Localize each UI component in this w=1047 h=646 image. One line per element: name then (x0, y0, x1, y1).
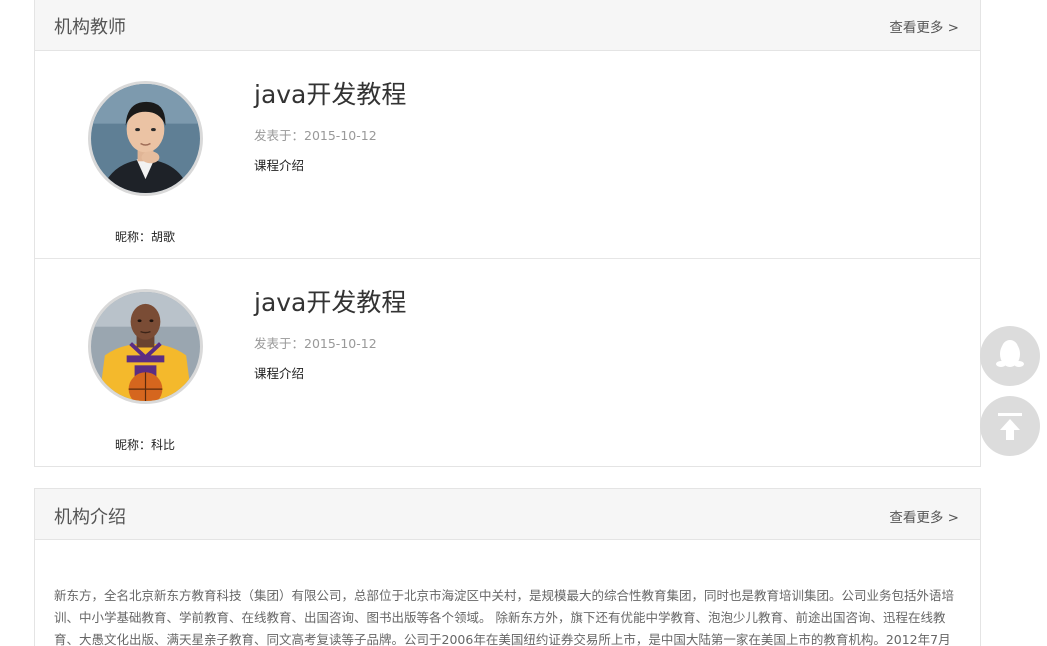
man-portrait-icon (91, 84, 200, 193)
teachers-more-link[interactable]: 查看更多 > (889, 16, 959, 36)
qq-penguin-icon (996, 340, 1024, 367)
teacher-nickname: 昵称：胡歌 (114, 230, 175, 244)
course-date: 发表于：2015-10-12 (254, 128, 377, 143)
intro-panel: 机构介绍 查看更多 > 新东方，全名北京新东方教育科技（集团）有限公司，总部位于… (34, 488, 981, 646)
teacher-item: 昵称：胡歌 java开发教程 发表于：2015-10-12 课程介绍 (35, 51, 980, 259)
teacher-avatar[interactable] (88, 81, 203, 196)
teacher-avatar[interactable] (88, 289, 203, 404)
basketball-player-portrait-icon (91, 292, 200, 401)
course-intro-link[interactable]: 课程介绍 (254, 363, 304, 382)
qq-contact-button[interactable] (980, 326, 1040, 386)
course-intro-link[interactable]: 课程介绍 (254, 155, 304, 174)
teachers-panel-header: 机构教师 查看更多 > (35, 0, 980, 51)
course-title-link[interactable]: java开发教程 (254, 75, 406, 111)
intro-more-link[interactable]: 查看更多 > (889, 506, 959, 526)
teacher-nickname: 昵称：科比 (114, 438, 175, 452)
intro-panel-title: 机构介绍 (54, 507, 126, 528)
back-to-top-button[interactable] (980, 396, 1040, 456)
back-to-top-icon (998, 413, 1022, 440)
intro-panel-header: 机构介绍 查看更多 > (35, 489, 980, 540)
teachers-panel: 机构教师 查看更多 > 昵称：胡歌 java开发教程 发表于：2015-10-1… (34, 0, 981, 467)
intro-text: 新东方，全名北京新东方教育科技（集团）有限公司，总部位于北京市海淀区中关村，是规… (54, 588, 955, 646)
teachers-panel-title: 机构教师 (54, 17, 126, 38)
course-title-link[interactable]: java开发教程 (254, 283, 406, 319)
course-date: 发表于：2015-10-12 (254, 336, 377, 351)
teacher-item: 昵称：科比 java开发教程 发表于：2015-10-12 课程介绍 (35, 259, 980, 467)
